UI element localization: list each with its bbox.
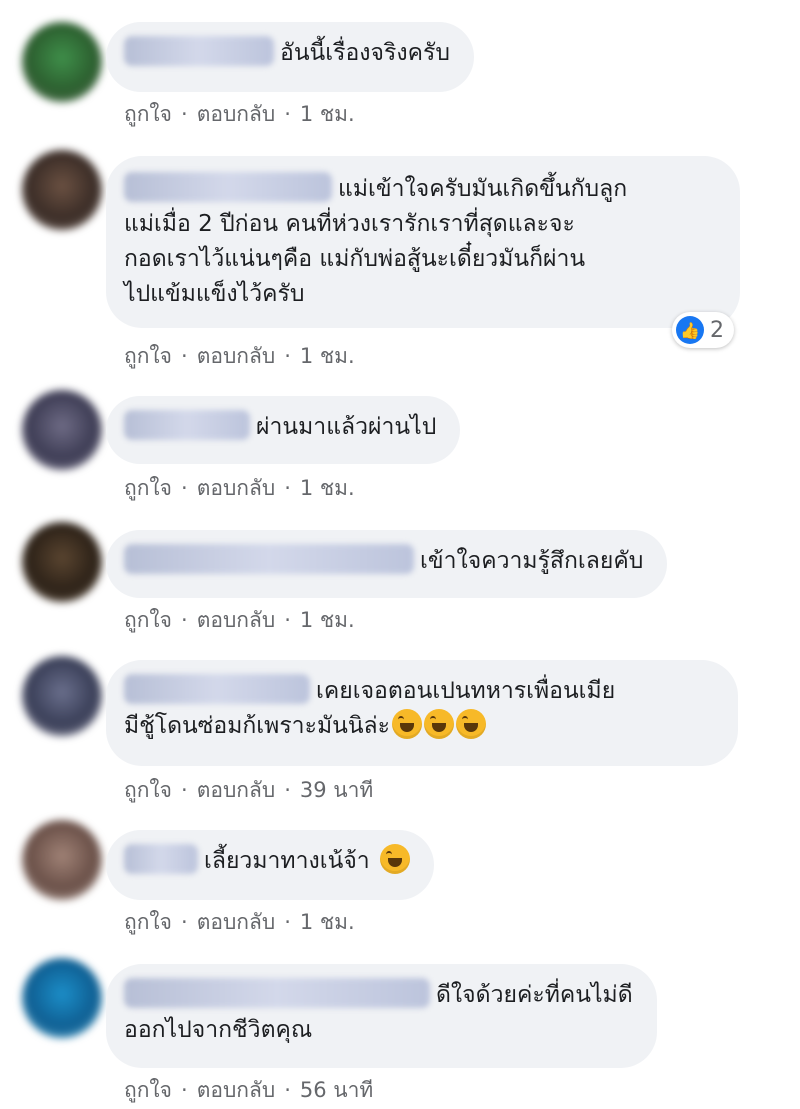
reply-link[interactable]: ตอบกลับ	[197, 608, 276, 632]
timestamp[interactable]: 56 นาที	[300, 1078, 373, 1102]
comment-bubble: อันนี้เรื่องจริงครับ	[106, 22, 474, 92]
avatar[interactable]	[22, 22, 102, 102]
comment-text-line2: มีชู้โดนซ่อมก้เพราะมันนิล่ะ	[124, 713, 390, 739]
separator: ·	[284, 1078, 291, 1102]
grinning-squinting-emoji-icon	[379, 844, 410, 874]
laughing-tears-emoji-icon	[424, 709, 454, 739]
commenter-name-blurred[interactable]	[124, 36, 274, 66]
like-link[interactable]: ถูกใจ	[124, 910, 172, 934]
avatar[interactable]	[22, 820, 102, 900]
separator: ·	[181, 1078, 188, 1102]
comment-text: เข้าใจความรู้สึกเลยคับ	[420, 548, 644, 574]
avatar[interactable]	[22, 522, 102, 602]
commenter-name-blurred[interactable]	[124, 172, 332, 202]
commenter-name-blurred[interactable]	[124, 674, 310, 704]
like-link[interactable]: ถูกใจ	[124, 608, 172, 632]
separator: ·	[181, 910, 188, 934]
separator: ·	[181, 344, 188, 368]
separator: ·	[181, 476, 188, 500]
separator: ·	[284, 608, 291, 632]
comment-bubble: เคยเจอตอนเปนทหารเพื่อนเมีย มีชู้โดนซ่อมก…	[106, 660, 738, 766]
comment-actions: ถูกใจ · ตอบกลับ · 39 นาที	[124, 774, 373, 807]
comment-actions: ถูกใจ · ตอบกลับ · 1 ชม.	[124, 472, 355, 505]
comment-actions: ถูกใจ · ตอบกลับ · 1 ชม.	[124, 906, 355, 939]
comment-bubble: ผ่านมาแล้วผ่านไป	[106, 396, 461, 464]
comment-text-line1: เคยเจอตอนเปนทหารเพื่อนเมีย	[316, 678, 616, 704]
avatar[interactable]	[22, 958, 102, 1038]
avatar[interactable]	[22, 150, 102, 230]
commenter-name-blurred[interactable]	[124, 410, 250, 440]
separator: ·	[284, 778, 291, 802]
comment-actions: ถูกใจ · ตอบกลับ · 56 นาที	[124, 1074, 373, 1107]
like-link[interactable]: ถูกใจ	[124, 1078, 172, 1102]
like-reaction-icon: 👍	[676, 316, 704, 344]
separator: ·	[284, 344, 291, 368]
laughing-tears-emoji-icon	[456, 709, 486, 739]
timestamp[interactable]: 1 ชม.	[300, 102, 355, 126]
separator: ·	[284, 476, 291, 500]
comment-bubble: ดีใจด้วยค่ะที่คนไม่ดี ออกไปจากชีวิตคุณ	[106, 964, 657, 1068]
avatar[interactable]	[22, 656, 102, 736]
laughing-tears-emoji-icon	[392, 709, 422, 739]
commenter-name-blurred[interactable]	[124, 844, 198, 874]
comment-actions: ถูกใจ · ตอบกลับ · 1 ชม.	[124, 604, 355, 637]
comment-bubble: เข้าใจความรู้สึกเลยคับ	[106, 530, 668, 598]
reply-link[interactable]: ตอบกลับ	[197, 778, 276, 802]
timestamp[interactable]: 39 นาที	[300, 778, 373, 802]
reply-link[interactable]: ตอบกลับ	[197, 344, 276, 368]
separator: ·	[284, 910, 291, 934]
comment-text: อันนี้เรื่องจริงครับ	[280, 40, 450, 66]
comment-text: เลี้ยวมาทางเน้จ้า	[204, 848, 370, 874]
timestamp[interactable]: 1 ชม.	[300, 608, 355, 632]
separator: ·	[284, 102, 291, 126]
comment-actions: ถูกใจ · ตอบกลับ · 1 ชม.	[124, 98, 355, 131]
separator: ·	[181, 778, 188, 802]
timestamp[interactable]: 1 ชม.	[300, 476, 355, 500]
timestamp[interactable]: 1 ชม.	[300, 910, 355, 934]
timestamp[interactable]: 1 ชม.	[300, 344, 355, 368]
commenter-name-blurred[interactable]	[124, 978, 430, 1008]
comment-bubble: เลี้ยวมาทางเน้จ้า	[106, 830, 434, 900]
like-link[interactable]: ถูกใจ	[124, 344, 172, 368]
comment-text: ผ่านมาแล้วผ่านไป	[256, 414, 437, 440]
like-link[interactable]: ถูกใจ	[124, 102, 172, 126]
separator: ·	[181, 102, 188, 126]
like-link[interactable]: ถูกใจ	[124, 778, 172, 802]
reply-link[interactable]: ตอบกลับ	[197, 1078, 276, 1102]
commenter-name-blurred[interactable]	[124, 544, 414, 574]
reaction-badge[interactable]: 👍 2	[672, 312, 734, 348]
reply-link[interactable]: ตอบกลับ	[197, 476, 276, 500]
comment-bubble: แม่เข้าใจครับมันเกิดขึ้นกับลูก แม่เมื่อ …	[106, 156, 740, 328]
comment-actions: ถูกใจ · ตอบกลับ · 1 ชม.	[124, 340, 355, 373]
like-link[interactable]: ถูกใจ	[124, 476, 172, 500]
separator: ·	[181, 608, 188, 632]
avatar[interactable]	[22, 390, 102, 470]
reply-link[interactable]: ตอบกลับ	[197, 102, 276, 126]
reply-link[interactable]: ตอบกลับ	[197, 910, 276, 934]
reaction-count: 2	[710, 317, 724, 343]
